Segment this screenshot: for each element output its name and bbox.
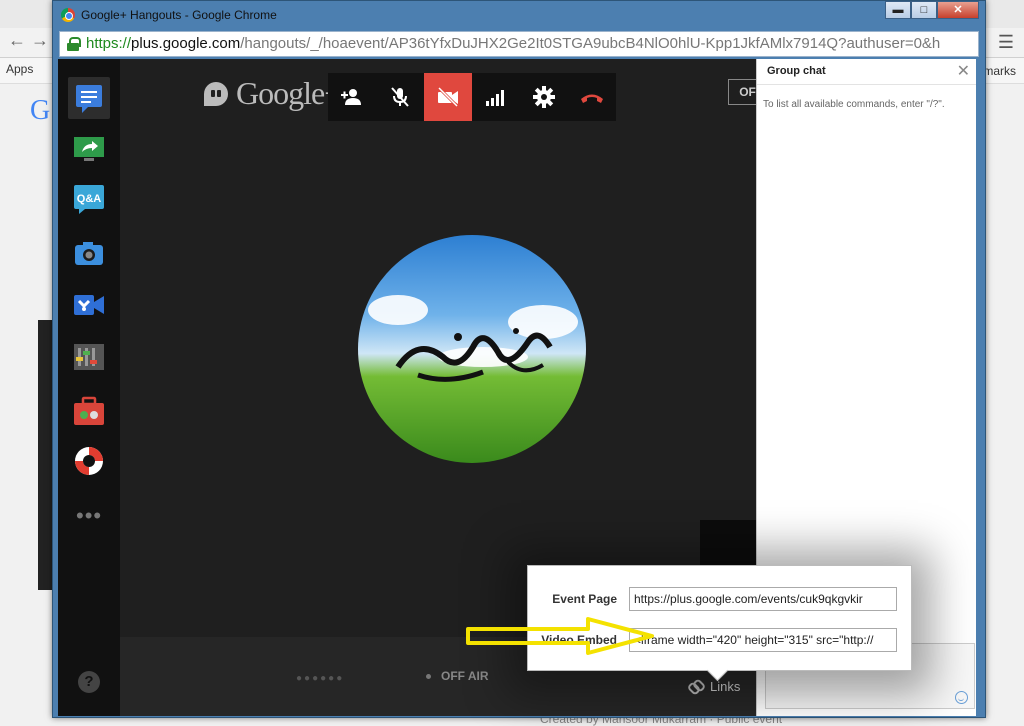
close-chat-icon[interactable]: ✕ <box>957 61 970 81</box>
svg-text:Q&A: Q&A <box>77 193 102 205</box>
video-embed-field[interactable] <box>629 628 897 652</box>
event-page-label: Event Page <box>552 592 617 606</box>
window-controls: ▬ □ ✕ <box>885 1 979 19</box>
url-path: /hangouts/_/hoaevent/AP36tYfxDuJHX2Ge2It… <box>240 35 941 52</box>
links-button[interactable]: Links <box>688 679 740 694</box>
window-titlebar: Google+ Hangouts - Google Chrome ▬ □ ✕ <box>53 1 985 29</box>
status-dot-icon <box>426 674 431 680</box>
call-controls <box>328 73 616 121</box>
links-label: Links <box>710 679 741 694</box>
chrome-icon <box>61 8 75 22</box>
cameraman-icon <box>74 295 104 315</box>
url-scheme: https:// <box>86 35 132 52</box>
lock-icon <box>67 37 81 51</box>
sidebar-item-help[interactable] <box>73 445 105 477</box>
chat-icon <box>76 85 102 113</box>
toolbox-icon <box>74 396 104 425</box>
settings-button[interactable] <box>520 73 568 121</box>
group-chat-header: Group chat ✕ <box>757 59 976 85</box>
camera-icon <box>75 242 103 265</box>
background-strip <box>38 320 52 590</box>
video-stage: Google+ OFF <box>120 59 800 637</box>
bookmarks-label: marks <box>983 64 1016 78</box>
more-apps-icon[interactable]: ••• <box>76 503 102 529</box>
close-window-button[interactable]: ✕ <box>937 1 979 19</box>
sidebar-item-capture[interactable] <box>73 237 105 269</box>
url-host: plus.google.com <box>131 35 241 52</box>
hang-up-button[interactable] <box>568 73 616 121</box>
apps-sidebar: Q&A ••• ? <box>58 59 120 716</box>
address-bar[interactable]: https://plus.google.com/hangouts/_/hoaev… <box>59 31 979 57</box>
sidebar-item-chat[interactable] <box>68 77 110 119</box>
settings-icon <box>533 86 555 108</box>
control-room-icon <box>74 344 104 370</box>
sidebar-item-qa[interactable]: Q&A <box>73 183 105 215</box>
participant-dots: ●●●●●● <box>296 673 345 684</box>
invite-people-icon <box>341 89 361 105</box>
event-page-row: Event Page <box>528 587 911 611</box>
group-chat-title: Group chat <box>767 65 826 77</box>
screenshare-icon <box>74 137 104 161</box>
calligraphy-image <box>395 328 553 382</box>
participant-avatar <box>358 235 586 463</box>
broadcast-status: OFF AIR <box>426 669 489 683</box>
mic-muted-icon <box>391 87 409 107</box>
toggle-camera-button[interactable] <box>424 73 472 121</box>
window-title: Google+ Hangouts - Google Chrome <box>81 8 277 22</box>
browser-menu-icon: ☰ <box>997 32 1014 52</box>
sidebar-item-cameraman[interactable] <box>73 289 105 321</box>
emoji-icon[interactable] <box>955 691 968 704</box>
invite-people-button[interactable] <box>328 73 376 121</box>
help-lifebuoy-icon <box>75 447 103 475</box>
link-chain-icon <box>688 680 704 694</box>
hangouts-icon <box>204 81 228 106</box>
broadcast-status-label: OFF AIR <box>441 669 489 683</box>
bookmarks-apps: Apps <box>6 62 34 76</box>
qa-icon: Q&A <box>74 185 104 214</box>
yellow-arrow-annotation <box>466 617 654 655</box>
background-google-logo: G <box>30 95 51 126</box>
sidebar-item-control-room[interactable] <box>73 341 105 373</box>
google-plus-logo: Google+ <box>204 75 342 112</box>
bandwidth-button[interactable] <box>472 73 520 121</box>
sidebar-item-toolbox[interactable] <box>73 395 105 427</box>
hang-up-icon <box>581 94 603 103</box>
camera-off-icon <box>437 86 459 108</box>
chat-hint-text: To list all available commands, enter "/… <box>763 99 945 110</box>
logo-text: Google+ <box>236 75 342 111</box>
back-forward-icon: ← → <box>8 30 50 50</box>
sidebar-item-screenshare[interactable] <box>73 133 105 165</box>
help-question-icon[interactable]: ? <box>78 671 100 693</box>
maximize-button[interactable]: □ <box>911 1 937 19</box>
event-page-field[interactable] <box>629 587 897 611</box>
bandwidth-icon <box>486 90 504 106</box>
minimize-button[interactable]: ▬ <box>885 1 911 19</box>
mute-mic-button[interactable] <box>376 73 424 121</box>
